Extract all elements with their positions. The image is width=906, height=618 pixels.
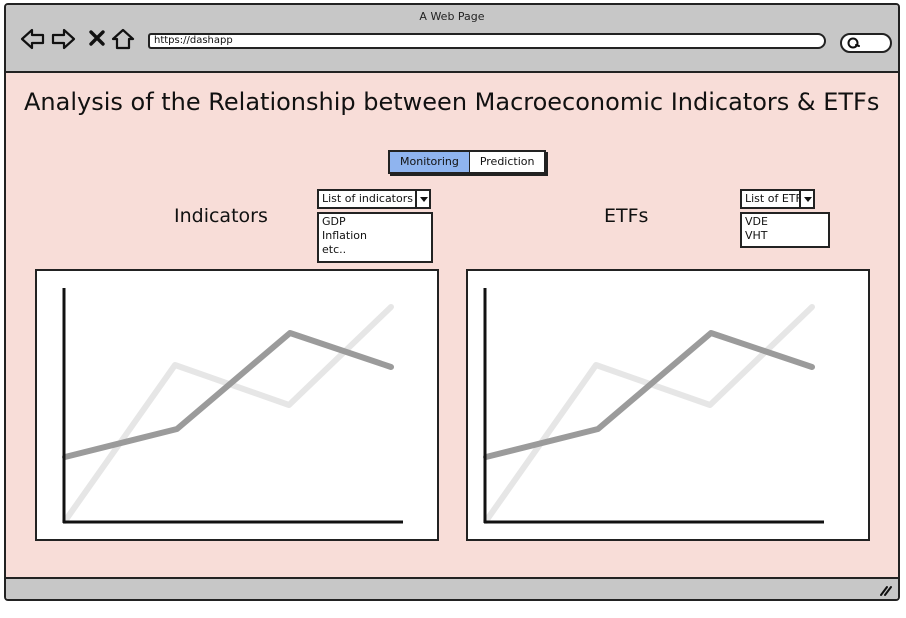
search-icon xyxy=(847,37,860,49)
series-light-line xyxy=(62,304,394,524)
status-bar xyxy=(6,577,898,599)
indicators-listbox: GDP Inflation etc.. xyxy=(317,212,433,263)
list-item[interactable]: VDE xyxy=(745,215,825,229)
series-light-line xyxy=(483,304,815,524)
list-item[interactable]: etc.. xyxy=(322,243,428,257)
url-input[interactable]: https://dashapp xyxy=(148,33,826,49)
tab-monitoring[interactable]: Monitoring xyxy=(390,152,470,172)
indicators-dropdown-label: List of indicators xyxy=(322,192,413,205)
browser-window: A Web Page https://dashapp Analysis of t… xyxy=(4,3,900,601)
list-item[interactable]: Inflation xyxy=(322,229,428,243)
etfs-listbox: VDE VHT xyxy=(740,212,830,248)
back-arrow-icon[interactable] xyxy=(20,27,46,51)
indicators-title: Indicators xyxy=(174,205,268,227)
indicators-chart xyxy=(35,269,439,541)
series-dark-line xyxy=(62,330,394,460)
resize-grip-icon[interactable] xyxy=(878,584,892,596)
home-icon[interactable] xyxy=(110,27,136,51)
mode-tabs: Monitoring Prediction xyxy=(388,150,547,174)
etfs-chart xyxy=(466,269,870,541)
list-item[interactable]: GDP xyxy=(322,215,428,229)
chevron-down-icon[interactable] xyxy=(799,189,815,209)
tab-prediction[interactable]: Prediction xyxy=(470,152,545,172)
page-title: Analysis of the Relationship between Mac… xyxy=(24,88,880,116)
search-button[interactable] xyxy=(840,33,892,53)
list-item[interactable]: VHT xyxy=(745,229,825,243)
etfs-title: ETFs xyxy=(604,205,649,227)
etfs-dropdown[interactable]: List of ETFs xyxy=(740,189,815,209)
forward-arrow-icon[interactable] xyxy=(50,27,76,51)
chevron-down-icon[interactable] xyxy=(415,189,431,209)
indicators-dropdown[interactable]: List of indicators xyxy=(317,189,431,209)
window-title: A Web Page xyxy=(419,10,485,23)
series-dark-line xyxy=(483,330,815,460)
browser-toolbar: A Web Page https://dashapp xyxy=(6,5,898,73)
close-icon[interactable] xyxy=(86,27,112,51)
